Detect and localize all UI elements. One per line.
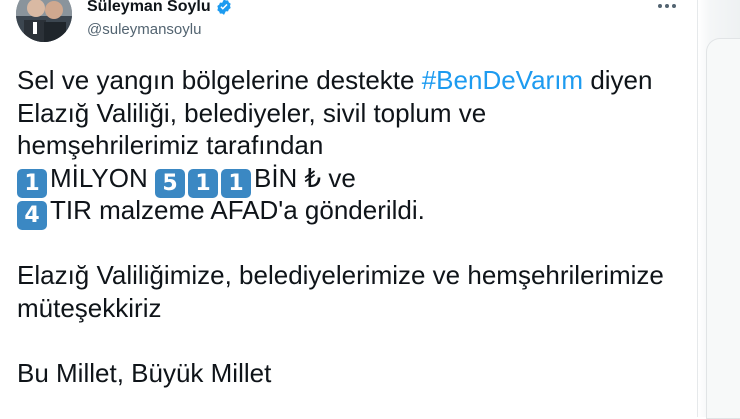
more-dot (658, 4, 662, 8)
keycap-digit-icon: 4 (17, 201, 47, 230)
tweet-text-segment: diyen (583, 65, 653, 95)
more-dot (672, 4, 676, 8)
tweet-text: Sel ve yangın bölgelerine destekte #BenD… (17, 64, 707, 389)
side-panel-edge (706, 38, 740, 419)
avatar[interactable] (16, 0, 72, 42)
more-options-icon[interactable] (655, 0, 679, 16)
author-name-row[interactable]: Süleyman Soylu (87, 0, 233, 18)
tweet-line-8: Bu Millet, Büyük Millet (17, 357, 272, 388)
verified-badge-icon (216, 0, 231, 15)
tweet-line-6: Elazığ Valiliğimize, belediyelerimize ve… (17, 260, 664, 290)
tweet-text-segment: BİN ₺ ve (253, 162, 356, 193)
tweet: Süleyman Soylu @suleymansoylu Sel ve yan… (0, 0, 740, 419)
more-dot (665, 4, 669, 8)
tweet-text-segment: TIR malzeme AFAD'a gönderildi. (50, 195, 425, 225)
author-handle[interactable]: @suleymansoylu (87, 21, 201, 38)
tweet-line-7: müteşekkiriz (17, 292, 162, 323)
tweet-line-4: 1 MİLYON 5 1 1 BİN ₺ ve (17, 162, 707, 198)
right-rail (697, 0, 740, 419)
author-display-name[interactable]: Süleyman Soylu (87, 0, 211, 16)
avatar-photo-icon (16, 0, 72, 42)
hashtag-link[interactable]: #BenDeVarım (422, 65, 583, 95)
tweet-line-1: Sel ve yangın bölgelerine destekte #BenD… (17, 64, 707, 97)
tweet-line-3: hemşehrilerimiz tarafından (17, 130, 324, 160)
tweet-line-5: 4 TIR malzeme AFAD'a gönderildi. (17, 194, 707, 230)
tweet-line-2: Elazığ Valiliği, belediyeler, sivil topl… (17, 97, 487, 128)
tweet-text-segment: Sel ve yangın bölgelerine destekte (17, 65, 422, 95)
tweet-text-segment: MİLYON (50, 162, 155, 193)
